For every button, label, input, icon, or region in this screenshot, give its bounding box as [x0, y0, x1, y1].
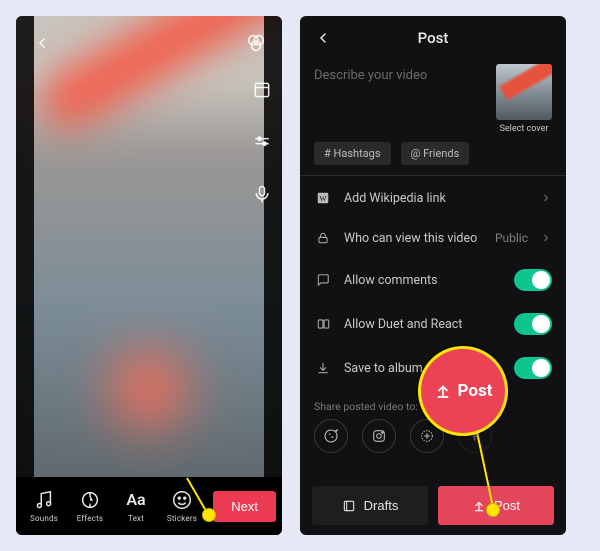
svg-text:W: W: [319, 194, 327, 203]
post-callout: Post: [418, 346, 508, 436]
row-privacy-label: Who can view this video: [344, 231, 483, 246]
row-privacy[interactable]: Who can view this video Public: [300, 218, 566, 258]
tool-effects[interactable]: Effects: [68, 489, 112, 523]
wikipedia-icon: W: [314, 189, 332, 207]
toggle-comments[interactable]: [514, 269, 552, 291]
comment-icon: [314, 271, 332, 289]
toggle-save[interactable]: [514, 357, 552, 379]
share-instagram-icon[interactable]: [362, 419, 396, 453]
duet-icon: [314, 315, 332, 333]
divider: [300, 175, 566, 176]
post-title: Post: [418, 29, 449, 47]
row-comments: Allow comments: [300, 258, 566, 302]
description-input[interactable]: Describe your video: [314, 64, 484, 134]
cover-thumbnail: [496, 64, 552, 120]
tool-effects-label: Effects: [77, 514, 104, 523]
row-privacy-value: Public: [495, 231, 528, 245]
back-button[interactable]: [308, 23, 338, 53]
chevron-right-icon: [540, 232, 552, 244]
edit-screen: Sounds Effects Aa Text Stickers Next: [16, 16, 282, 535]
drafts-button[interactable]: Drafts: [312, 486, 428, 525]
back-button[interactable]: [28, 29, 56, 57]
voice-icon[interactable]: [248, 180, 276, 208]
chip-friends[interactable]: @ Friends: [401, 142, 470, 165]
upload-icon: [472, 499, 486, 513]
upload-icon: [434, 382, 452, 400]
share-whatsapp-icon[interactable]: [314, 419, 348, 453]
letterbox-left: [16, 16, 34, 535]
edit-top-bar: [16, 26, 282, 60]
trim-icon[interactable]: [248, 76, 276, 104]
edit-right-rail: [248, 76, 276, 208]
download-icon: [314, 359, 332, 377]
tool-text[interactable]: Aa Text: [114, 489, 158, 523]
row-duet: Allow Duet and React: [300, 302, 566, 346]
tool-sounds[interactable]: Sounds: [22, 489, 66, 523]
video-preview: [16, 16, 282, 505]
edit-bottom-toolbar: Sounds Effects Aa Text Stickers Next: [16, 477, 282, 535]
select-cover[interactable]: Select cover: [496, 64, 552, 134]
text-icon: Aa: [126, 489, 145, 511]
post-screen: Post Describe your video Select cover # …: [300, 16, 566, 535]
chip-hashtags[interactable]: # Hashtags: [314, 142, 391, 165]
tool-sounds-label: Sounds: [30, 514, 58, 523]
drafts-label: Drafts: [364, 498, 399, 513]
chevron-right-icon: [540, 192, 552, 204]
toggle-duet[interactable]: [514, 313, 552, 335]
select-cover-label: Select cover: [500, 124, 549, 134]
annotation-dot-next: [202, 508, 216, 522]
description-row: Describe your video Select cover: [300, 60, 566, 142]
annotation-dot-post: [486, 503, 500, 517]
row-wikipedia[interactable]: W Add Wikipedia link: [300, 178, 566, 218]
post-header: Post: [300, 16, 566, 60]
row-wikipedia-label: Add Wikipedia link: [344, 191, 528, 206]
adjust-icon[interactable]: [248, 128, 276, 156]
tool-text-label: Text: [128, 514, 144, 523]
next-button[interactable]: Next: [213, 491, 276, 522]
post-bottom-bar: Drafts Post: [300, 476, 566, 535]
filters-icon[interactable]: [242, 29, 270, 57]
tool-stickers-label: Stickers: [167, 514, 197, 523]
post-callout-label: Post: [458, 381, 493, 401]
row-comments-label: Allow comments: [344, 273, 502, 288]
row-duet-label: Allow Duet and React: [344, 317, 502, 332]
chip-row: # Hashtags @ Friends: [300, 142, 566, 175]
lock-icon: [314, 229, 332, 247]
drafts-icon: [342, 499, 356, 513]
